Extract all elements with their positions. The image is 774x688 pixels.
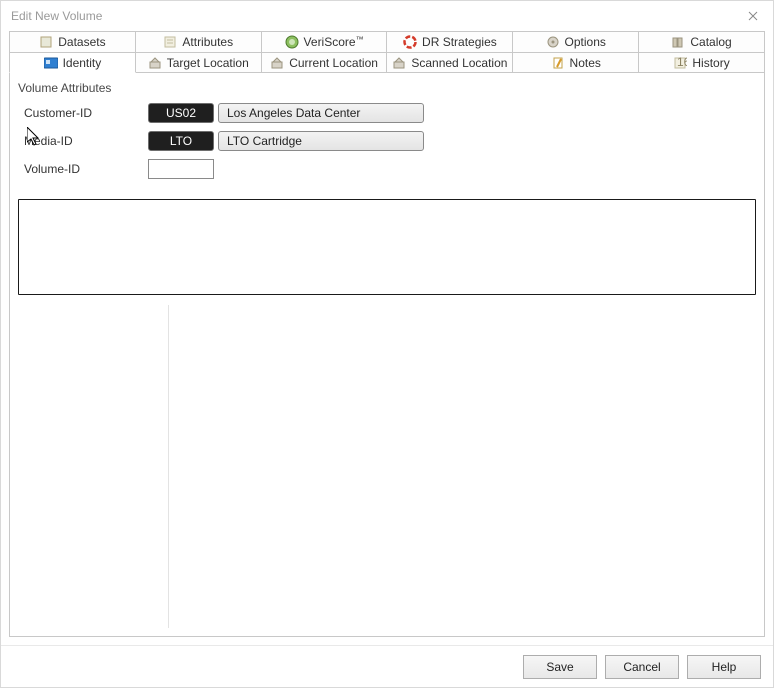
save-button[interactable]: Save [523, 655, 597, 679]
tab-dr-strategies[interactable]: DR Strategies [386, 31, 513, 52]
tab-label: Catalog [690, 35, 731, 49]
customer-id-label: Customer-ID [18, 106, 148, 120]
group-title: Volume Attributes [18, 81, 756, 95]
window-title: Edit New Volume [11, 9, 763, 23]
tab-label: Target Location [167, 56, 249, 70]
tab-row-categories: Datasets Attributes VeriScore™ DR Strate… [9, 31, 765, 52]
volume-id-input[interactable] [148, 159, 214, 179]
tab-label: Attributes [182, 35, 233, 49]
tab-content: Volume Attributes Customer-ID US02 Los A… [9, 73, 765, 637]
tab-notes[interactable]: Notes [512, 52, 639, 73]
description-box[interactable] [18, 199, 756, 295]
tab-target-location[interactable]: Target Location [135, 52, 262, 73]
tab-identity[interactable]: Identity [9, 52, 136, 73]
customer-id-desc[interactable]: Los Angeles Data Center [218, 103, 424, 123]
footer: Save Cancel Help [1, 645, 773, 687]
help-button-label: Help [712, 660, 737, 674]
scanned-icon [392, 56, 406, 70]
tab-catalog[interactable]: Catalog [638, 31, 765, 52]
customer-id-code[interactable]: US02 [148, 103, 214, 123]
identity-icon [44, 56, 58, 70]
media-id-desc[interactable]: LTO Cartridge [218, 131, 424, 151]
tab-label: Datasets [58, 35, 105, 49]
datasets-icon [39, 35, 53, 49]
tab-label: DR Strategies [422, 35, 497, 49]
attributes-icon [163, 35, 177, 49]
target-icon [148, 56, 162, 70]
tab-datasets[interactable]: Datasets [9, 31, 136, 52]
lower-pane [18, 305, 756, 628]
row-media-id: Media-ID LTO LTO Cartridge [18, 129, 756, 153]
row-volume-id: Volume-ID [18, 157, 756, 181]
window: Edit New Volume Datasets Attributes Veri… [0, 0, 774, 688]
tab-current-location[interactable]: Current Location [261, 52, 388, 73]
catalog-icon [671, 35, 685, 49]
media-id-label: Media-ID [18, 134, 148, 148]
save-button-label: Save [546, 660, 573, 674]
tab-label: Current Location [289, 56, 378, 70]
tab-label: Notes [570, 56, 601, 70]
tab-label: Scanned Location [411, 56, 507, 70]
close-icon [748, 11, 758, 21]
options-icon [546, 35, 560, 49]
tab-attributes[interactable]: Attributes [135, 31, 262, 52]
tab-label: Options [565, 35, 606, 49]
tab-veriscore[interactable]: VeriScore™ [261, 31, 388, 52]
history-icon: 16 [673, 56, 687, 70]
row-customer-id: Customer-ID US02 Los Angeles Data Center [18, 101, 756, 125]
cancel-button-label: Cancel [623, 660, 660, 674]
tab-label: History [692, 56, 729, 70]
tab-row-sections: Identity Target Location Current Locatio… [9, 52, 765, 73]
current-icon [270, 56, 284, 70]
cancel-button[interactable]: Cancel [605, 655, 679, 679]
tab-label: Identity [63, 56, 102, 70]
lower-right-pane [169, 305, 756, 628]
media-id-code[interactable]: LTO [148, 131, 214, 151]
veriscore-icon [285, 35, 299, 49]
help-button[interactable]: Help [687, 655, 761, 679]
close-button[interactable] [733, 1, 773, 31]
lower-left-pane [18, 305, 168, 628]
tab-scanned-location[interactable]: Scanned Location [386, 52, 513, 73]
notes-icon [551, 56, 565, 70]
dr-icon [403, 35, 417, 49]
tab-options[interactable]: Options [512, 31, 639, 52]
tab-history[interactable]: 16 History [638, 52, 765, 73]
svg-text:16: 16 [677, 56, 687, 69]
tab-label: VeriScore™ [304, 35, 364, 49]
volume-id-label: Volume-ID [18, 162, 148, 176]
titlebar: Edit New Volume [1, 1, 773, 31]
